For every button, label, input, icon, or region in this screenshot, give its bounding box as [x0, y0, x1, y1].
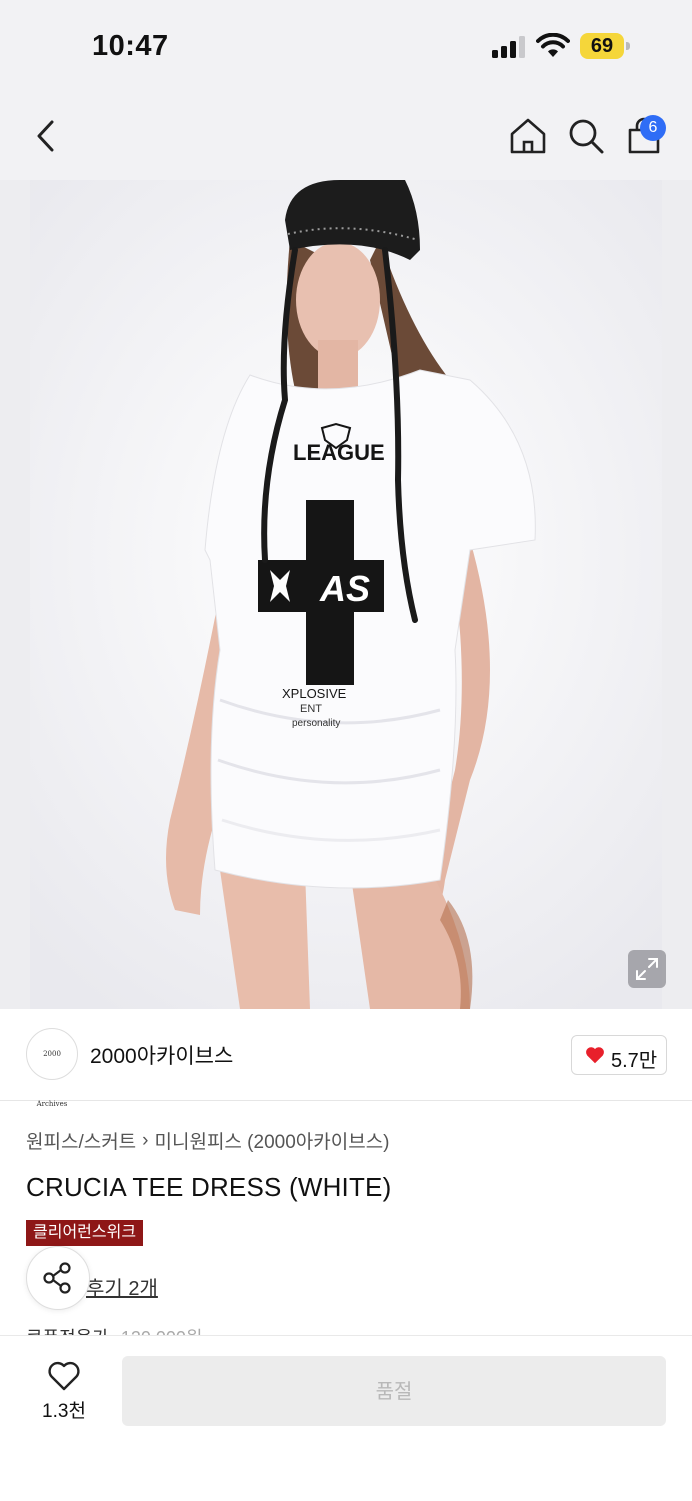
heart-outline-icon[interactable]	[47, 1360, 81, 1392]
expand-icon[interactable]	[628, 950, 666, 988]
battery-cap	[626, 42, 630, 50]
share-icon	[43, 1262, 71, 1294]
bottom-action-bar: 1.3천 품절	[0, 1335, 692, 1501]
status-time: 10:47	[92, 30, 169, 62]
promo-badge: 클리어런스위크	[26, 1220, 144, 1246]
back-arrow-icon[interactable]	[26, 114, 70, 158]
product-image[interactable]: AS LEAGUE XPLOSIVE ENT personality	[0, 180, 692, 1009]
breadcrumb: 원피스/스커트 › 미니원피스 (2000아카이브스)	[26, 1127, 390, 1154]
wishlist-count: 1.3천	[42, 1401, 86, 1422]
print-line-3: personality	[292, 718, 340, 729]
breadcrumb-separator: ›	[142, 1129, 149, 1151]
search-icon[interactable]	[564, 114, 608, 158]
share-button[interactable]	[26, 1246, 90, 1310]
print-line-2: ENT	[300, 703, 322, 715]
cart-count-badge: 6	[640, 115, 666, 141]
print-league-text: LEAGUE	[293, 440, 385, 465]
battery-level: 69	[580, 33, 624, 59]
brand-like-button[interactable]: 5.7만	[571, 1035, 667, 1075]
review-link[interactable]: 후기 2개	[86, 1272, 158, 1301]
battery-indicator: 69	[580, 33, 632, 59]
model-photo: AS LEAGUE XPLOSIVE ENT personality	[0, 180, 692, 1009]
breadcrumb-category-2[interactable]: 미니원피스 (2000아카이브스)	[155, 1132, 390, 1153]
product-title: CRUCIA TEE DRESS (WHITE)	[26, 1172, 392, 1202]
wifi-icon	[536, 33, 570, 57]
breadcrumb-category-1[interactable]: 원피스/스커트	[26, 1132, 136, 1153]
brand-name[interactable]: 2000아카이브스	[90, 1040, 233, 1070]
heart-filled-icon	[586, 1047, 604, 1064]
top-navigation	[0, 92, 692, 180]
brand-logo[interactable]: 2000 Archives	[26, 1028, 78, 1108]
brand-like-count: 5.7만	[611, 1050, 658, 1072]
home-icon[interactable]	[506, 114, 550, 158]
print-logo: AS	[319, 568, 370, 609]
sold-out-button[interactable]: 품절	[122, 1356, 666, 1426]
print-line-1: XPLOSIVE	[282, 686, 347, 701]
cellular-signal-icon	[492, 36, 525, 58]
status-bar: 10:47 69	[0, 0, 692, 92]
brand-row[interactable]: 2000 Archives 2000아카이브스 5.7만	[0, 1010, 692, 1108]
